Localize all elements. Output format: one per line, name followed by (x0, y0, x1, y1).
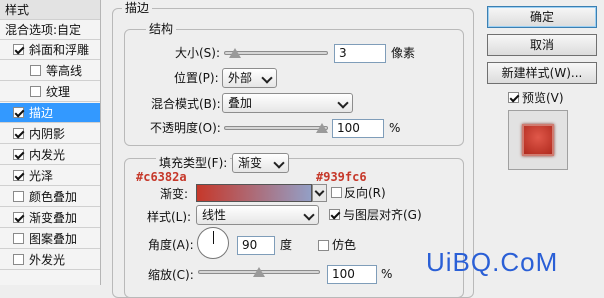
gradient-label: 渐变: (160, 187, 189, 201)
style-item[interactable]: 外发光 (0, 250, 100, 270)
angle-input[interactable]: 90 (237, 236, 275, 255)
styles-header[interactable]: 样式 (0, 0, 100, 20)
style-item-checkbox[interactable] (13, 149, 24, 160)
chevron-down-icon (314, 186, 325, 197)
blend-mode-select-value: 叠加 (228, 96, 253, 110)
style-item[interactable]: 颜色叠加 (0, 187, 100, 207)
style-label: 样式(L): (147, 210, 192, 224)
position-label: 位置(P): (174, 71, 219, 85)
gradient-dropdown[interactable] (312, 184, 327, 202)
size-slider-thumb[interactable] (228, 48, 241, 58)
style-item-label: 图案叠加 (29, 232, 78, 246)
dither-checkbox[interactable] (318, 240, 329, 251)
style-item-label: 描边 (29, 106, 54, 120)
new-style-button[interactable]: 新建样式(W)... (487, 62, 597, 84)
style-item[interactable]: 渐变叠加 (0, 208, 100, 228)
scale-slider-thumb[interactable] (253, 267, 265, 277)
style-item[interactable]: 描边 (0, 103, 100, 123)
chevron-down-icon (303, 209, 315, 221)
fill-type-label: 填充类型(F): (156, 156, 231, 170)
structure-title: 结构 (146, 22, 177, 36)
style-list-panel: 样式 混合选项:自定 斜面和浮雕等高线纹理描边内阴影内发光光泽颜色叠加渐变叠加图… (0, 0, 101, 285)
style-item-checkbox[interactable] (13, 254, 24, 265)
gradient-right-hex: #939fc6 (316, 170, 367, 184)
align-with-layer-checkbox[interactable] (329, 209, 340, 220)
gradient-style-value: 线性 (202, 208, 227, 222)
style-item[interactable]: 光泽 (0, 166, 100, 186)
style-item[interactable]: 斜面和浮雕 (0, 40, 100, 60)
opacity-unit: % (389, 121, 401, 135)
angle-dial-needle (213, 231, 214, 244)
chevron-down-icon (337, 97, 349, 109)
style-item-label: 内阴影 (29, 127, 66, 141)
style-item-label: 外发光 (29, 253, 66, 267)
angle-dial[interactable] (197, 227, 229, 259)
blend-mode-label: 混合模式(B): (151, 97, 221, 111)
angle-unit: 度 (280, 238, 293, 252)
blend-options-label: 混合选项:自定 (5, 23, 82, 37)
style-item-label: 渐变叠加 (29, 211, 78, 225)
style-item-label: 光泽 (29, 169, 54, 183)
preview-checkbox[interactable] (508, 92, 519, 103)
style-item-label: 颜色叠加 (29, 190, 78, 204)
ok-button[interactable]: 确定 (487, 6, 597, 28)
style-item-checkbox[interactable] (13, 233, 24, 244)
reverse-label: 反向(R) (344, 186, 386, 200)
angle-label: 角度(A): (148, 238, 194, 252)
scale-label: 缩放(C): (148, 268, 194, 282)
style-item-checkbox[interactable] (13, 44, 24, 55)
opacity-slider-track[interactable] (224, 126, 328, 130)
gradient-style-select[interactable]: 线性 (196, 205, 319, 225)
align-with-layer-label: 与图层对齐(G) (343, 208, 422, 222)
opacity-slider-thumb[interactable] (316, 123, 328, 133)
style-item-checkbox[interactable] (13, 170, 24, 181)
style-item-checkbox[interactable] (13, 191, 24, 202)
style-item-label: 斜面和浮雕 (29, 43, 90, 57)
chevron-down-icon (261, 72, 273, 84)
size-label: 大小(S): (175, 46, 221, 60)
style-item[interactable]: 内阴影 (0, 124, 100, 144)
preview-thumbnail-frame (508, 110, 568, 170)
chevron-down-icon (273, 157, 285, 169)
gradient-left-hex: #c6382a (136, 170, 187, 184)
style-item-checkbox[interactable] (30, 86, 41, 97)
cancel-button[interactable]: 取消 (487, 34, 597, 56)
styles-header-label: 样式 (5, 3, 30, 17)
style-item[interactable]: 图案叠加 (0, 229, 100, 249)
blend-options-item[interactable]: 混合选项:自定 (0, 20, 100, 40)
style-item-label: 等高线 (46, 64, 83, 78)
style-item-checkbox[interactable] (13, 128, 24, 139)
style-item-checkbox[interactable] (13, 107, 24, 118)
size-unit: 像素 (391, 46, 416, 60)
blend-mode-select[interactable]: 叠加 (222, 93, 353, 113)
style-item[interactable]: 等高线 (0, 61, 100, 81)
style-item-checkbox[interactable] (13, 212, 24, 223)
size-input[interactable]: 3 (334, 44, 386, 63)
preview-label: 预览(V) (522, 91, 564, 105)
opacity-input[interactable]: 100 (332, 119, 384, 138)
style-item-label: 纹理 (46, 85, 71, 99)
preview-swatch (522, 124, 554, 156)
dither-label: 仿色 (332, 238, 357, 252)
opacity-label: 不透明度(O): (150, 121, 221, 135)
fill-type-select-value: 渐变 (238, 156, 263, 170)
position-select[interactable]: 外部 (222, 68, 277, 88)
reverse-checkbox[interactable] (331, 187, 342, 198)
stroke-title: 描边 (122, 1, 153, 15)
gradient-swatch[interactable] (196, 184, 312, 202)
scale-input[interactable]: 100 (327, 265, 377, 284)
style-item-checkbox[interactable] (30, 65, 41, 76)
style-item[interactable]: 内发光 (0, 145, 100, 165)
style-item-label: 内发光 (29, 148, 66, 162)
position-select-value: 外部 (228, 71, 253, 85)
scale-unit: % (381, 267, 393, 281)
watermark-text: UiBQ.CoM (426, 247, 559, 277)
fill-type-select[interactable]: 渐变 (232, 153, 289, 173)
style-item[interactable]: 纹理 (0, 82, 100, 102)
